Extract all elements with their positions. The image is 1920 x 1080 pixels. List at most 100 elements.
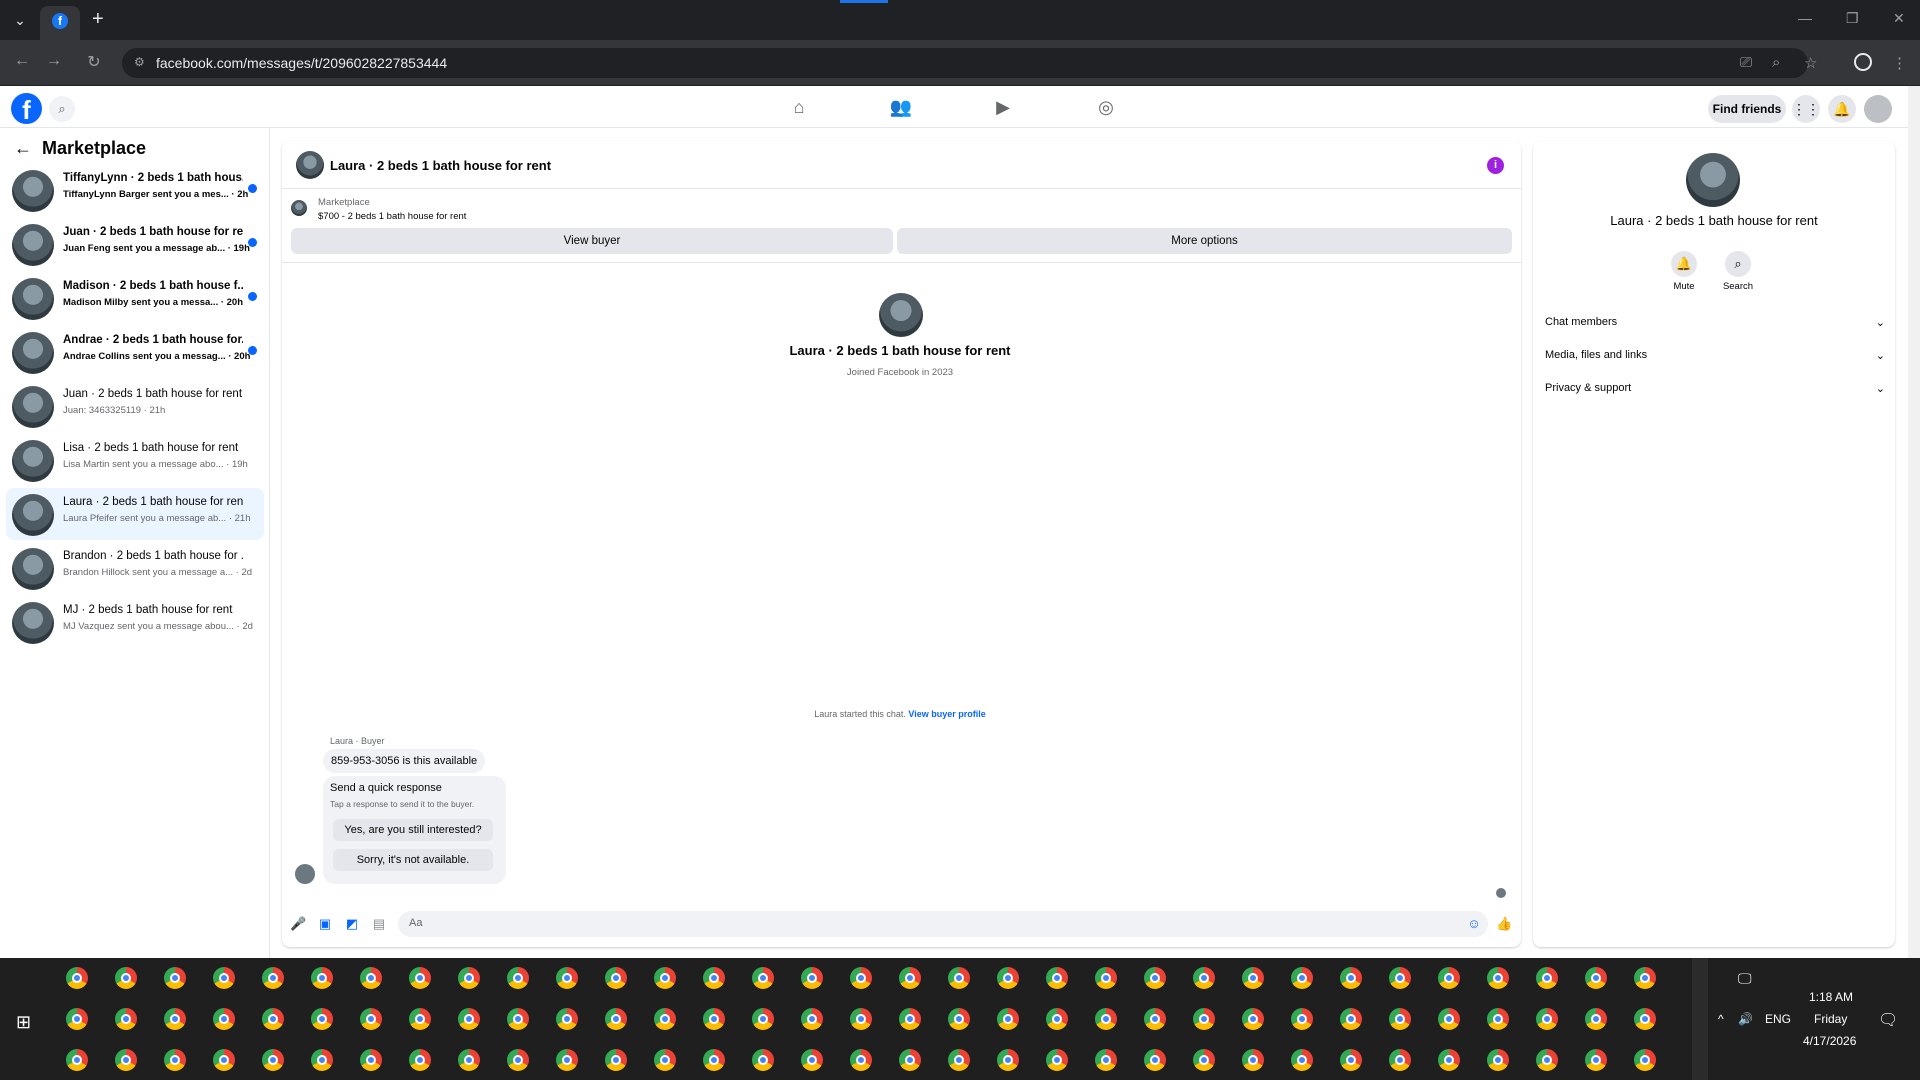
chrome-taskbar-icon[interactable] xyxy=(1242,1008,1264,1030)
chrome-taskbar-icon[interactable] xyxy=(360,1008,382,1030)
taskbar-scrollbar[interactable] xyxy=(1692,958,1708,1080)
chrome-taskbar-icon[interactable] xyxy=(311,967,333,989)
chrome-taskbar-icon[interactable] xyxy=(458,967,480,989)
chrome-taskbar-icon[interactable] xyxy=(850,1049,872,1071)
find-friends-button[interactable]: Find friends xyxy=(1708,95,1786,123)
listing-thumbnail[interactable] xyxy=(291,200,307,216)
chrome-taskbar-icon[interactable] xyxy=(164,1008,186,1030)
conversation-item[interactable]: MJ · 2 beds 1 bath house for rent MJ Vazq… xyxy=(6,596,264,648)
chrome-taskbar-icon[interactable] xyxy=(1634,1049,1656,1071)
reload-icon[interactable]: ↻ xyxy=(83,52,105,72)
chrome-taskbar-icon[interactable] xyxy=(997,1049,1019,1071)
chrome-taskbar-icon[interactable] xyxy=(262,1008,284,1030)
chrome-taskbar-icon[interactable] xyxy=(948,1049,970,1071)
clock-time[interactable]: 1:18 AM xyxy=(1809,990,1853,1004)
conversation-item[interactable]: Juan · 2 beds 1 bath house for rent Juan:… xyxy=(6,380,264,432)
chrome-taskbar-icon[interactable] xyxy=(1046,1049,1068,1071)
chrome-taskbar-icon[interactable] xyxy=(1193,1049,1215,1071)
url-text[interactable]: facebook.com/messages/t/2096028227853444 xyxy=(156,55,447,71)
mute-bell-icon[interactable]: 🔔 xyxy=(1671,251,1697,277)
chrome-taskbar-icon[interactable] xyxy=(1046,967,1068,989)
chrome-taskbar-icon[interactable] xyxy=(507,1008,529,1030)
network-icon[interactable]: 🖵 xyxy=(1738,970,1752,987)
chrome-taskbar-icon[interactable] xyxy=(1046,1008,1068,1030)
profile-avatar[interactable] xyxy=(879,293,923,337)
chrome-taskbar-icon[interactable] xyxy=(164,967,186,989)
chrome-taskbar-icon[interactable] xyxy=(115,1049,137,1071)
message-input[interactable] xyxy=(398,911,1488,937)
chrome-taskbar-icon[interactable] xyxy=(1634,967,1656,989)
chrome-taskbar-icon[interactable] xyxy=(1144,1049,1166,1071)
clock-day[interactable]: Friday xyxy=(1814,1012,1847,1026)
facebook-logo-icon[interactable]: f xyxy=(11,93,42,125)
chat-title[interactable]: Laura · 2 beds 1 bath house for rent xyxy=(330,158,551,173)
chrome-taskbar-icon[interactable] xyxy=(213,1049,235,1071)
chrome-taskbar-icon[interactable] xyxy=(1585,967,1607,989)
chrome-taskbar-icon[interactable] xyxy=(556,1008,578,1030)
chrome-taskbar-icon[interactable] xyxy=(1487,1008,1509,1030)
chrome-taskbar-icon[interactable] xyxy=(1389,1008,1411,1030)
chrome-taskbar-icon[interactable] xyxy=(507,967,529,989)
back-arrow-icon[interactable]: ← xyxy=(11,52,33,70)
chrome-taskbar-icon[interactable] xyxy=(1389,967,1411,989)
chrome-taskbar-icon[interactable] xyxy=(409,1049,431,1071)
chrome-taskbar-icon[interactable] xyxy=(1438,1008,1460,1030)
conversation-item[interactable]: Laura · 2 beds 1 bath house for rent Laur… xyxy=(6,488,264,540)
chrome-taskbar-icon[interactable] xyxy=(997,1008,1019,1030)
chrome-taskbar-icon[interactable] xyxy=(1291,1008,1313,1030)
chrome-taskbar-icon[interactable] xyxy=(360,1049,382,1071)
chrome-taskbar-icon[interactable] xyxy=(1193,967,1215,989)
page-scrollbar[interactable] xyxy=(1908,86,1920,958)
privacy-support-section[interactable]: Privacy & support ⌄ xyxy=(1545,382,1885,395)
address-bar[interactable]: ⚙ facebook.com/messages/t/20960282278534… xyxy=(122,48,1808,78)
conversation-item[interactable]: TiffanyLynn · 2 beds 1 bath hous... Tiffa… xyxy=(6,164,264,216)
chrome-taskbar-icon[interactable] xyxy=(458,1049,480,1071)
install-app-icon[interactable]: ⎚ xyxy=(1740,54,1752,71)
listing-title[interactable]: $700 - 2 beds 1 bath house for rent xyxy=(318,211,466,222)
minimize-icon[interactable]: — xyxy=(1798,10,1812,26)
chrome-taskbar-icon[interactable] xyxy=(1438,1049,1460,1071)
chrome-taskbar-icon[interactable] xyxy=(654,967,676,989)
chrome-taskbar-icon[interactable] xyxy=(1536,1008,1558,1030)
chrome-taskbar-icon[interactable] xyxy=(1193,1008,1215,1030)
menu-grid-icon[interactable]: ⋮⋮ xyxy=(1792,95,1820,123)
chrome-taskbar-icon[interactable] xyxy=(899,1008,921,1030)
chrome-taskbar-icon[interactable] xyxy=(213,967,235,989)
quick-response-yes-button[interactable]: Yes, are you still interested? xyxy=(333,819,493,841)
view-buyer-button[interactable]: View buyer xyxy=(291,228,893,254)
chrome-taskbar-icon[interactable] xyxy=(605,967,627,989)
chrome-taskbar-icon[interactable] xyxy=(654,1049,676,1071)
chrome-taskbar-icon[interactable] xyxy=(507,1049,529,1071)
zoom-icon[interactable]: ⌕ xyxy=(1772,54,1780,71)
chrome-taskbar-icon[interactable] xyxy=(1634,1008,1656,1030)
search-icon[interactable]: ⌕ xyxy=(1725,251,1751,277)
windows-start-icon[interactable]: ⊞ xyxy=(16,1012,31,1033)
volume-icon[interactable]: 🔊 xyxy=(1738,1012,1753,1026)
close-icon[interactable]: ✕ xyxy=(1893,10,1905,27)
quick-response-no-button[interactable]: Sorry, it's not available. xyxy=(333,849,493,871)
chrome-taskbar-icon[interactable] xyxy=(801,1049,823,1071)
chrome-taskbar-icon[interactable] xyxy=(1536,967,1558,989)
chrome-taskbar-icon[interactable] xyxy=(1242,1049,1264,1071)
forward-arrow-icon[interactable]: → xyxy=(43,52,65,70)
browser-menu-icon[interactable]: ⋮ xyxy=(1892,54,1907,72)
chrome-taskbar-icon[interactable] xyxy=(703,1049,725,1071)
clock-date[interactable]: 4/17/2026 xyxy=(1803,1034,1856,1048)
chrome-taskbar-icon[interactable] xyxy=(1095,1008,1117,1030)
restore-icon[interactable]: ❐ xyxy=(1846,10,1859,27)
chrome-taskbar-icon[interactable] xyxy=(115,967,137,989)
chrome-taskbar-icon[interactable] xyxy=(1095,967,1117,989)
chrome-taskbar-icon[interactable] xyxy=(1340,1008,1362,1030)
chrome-taskbar-icon[interactable] xyxy=(262,967,284,989)
media-files-links-section[interactable]: Media, files and links ⌄ xyxy=(1545,349,1885,362)
conversation-item[interactable]: Andrae · 2 beds 1 bath house for... Andra… xyxy=(6,326,264,378)
chrome-taskbar-icon[interactable] xyxy=(115,1008,137,1030)
notification-center-icon[interactable]: 🗨 xyxy=(1878,1010,1898,1030)
tab-search-chevron-icon[interactable]: ⌄ xyxy=(10,10,30,30)
chrome-taskbar-icon[interactable] xyxy=(66,1008,88,1030)
chrome-taskbar-icon[interactable] xyxy=(164,1049,186,1071)
chrome-taskbar-icon[interactable] xyxy=(1438,967,1460,989)
photo-icon[interactable]: ▣ xyxy=(317,916,333,932)
chrome-taskbar-icon[interactable] xyxy=(556,967,578,989)
conversation-item[interactable]: Madison · 2 beds 1 bath house f... Madiso… xyxy=(6,272,264,324)
